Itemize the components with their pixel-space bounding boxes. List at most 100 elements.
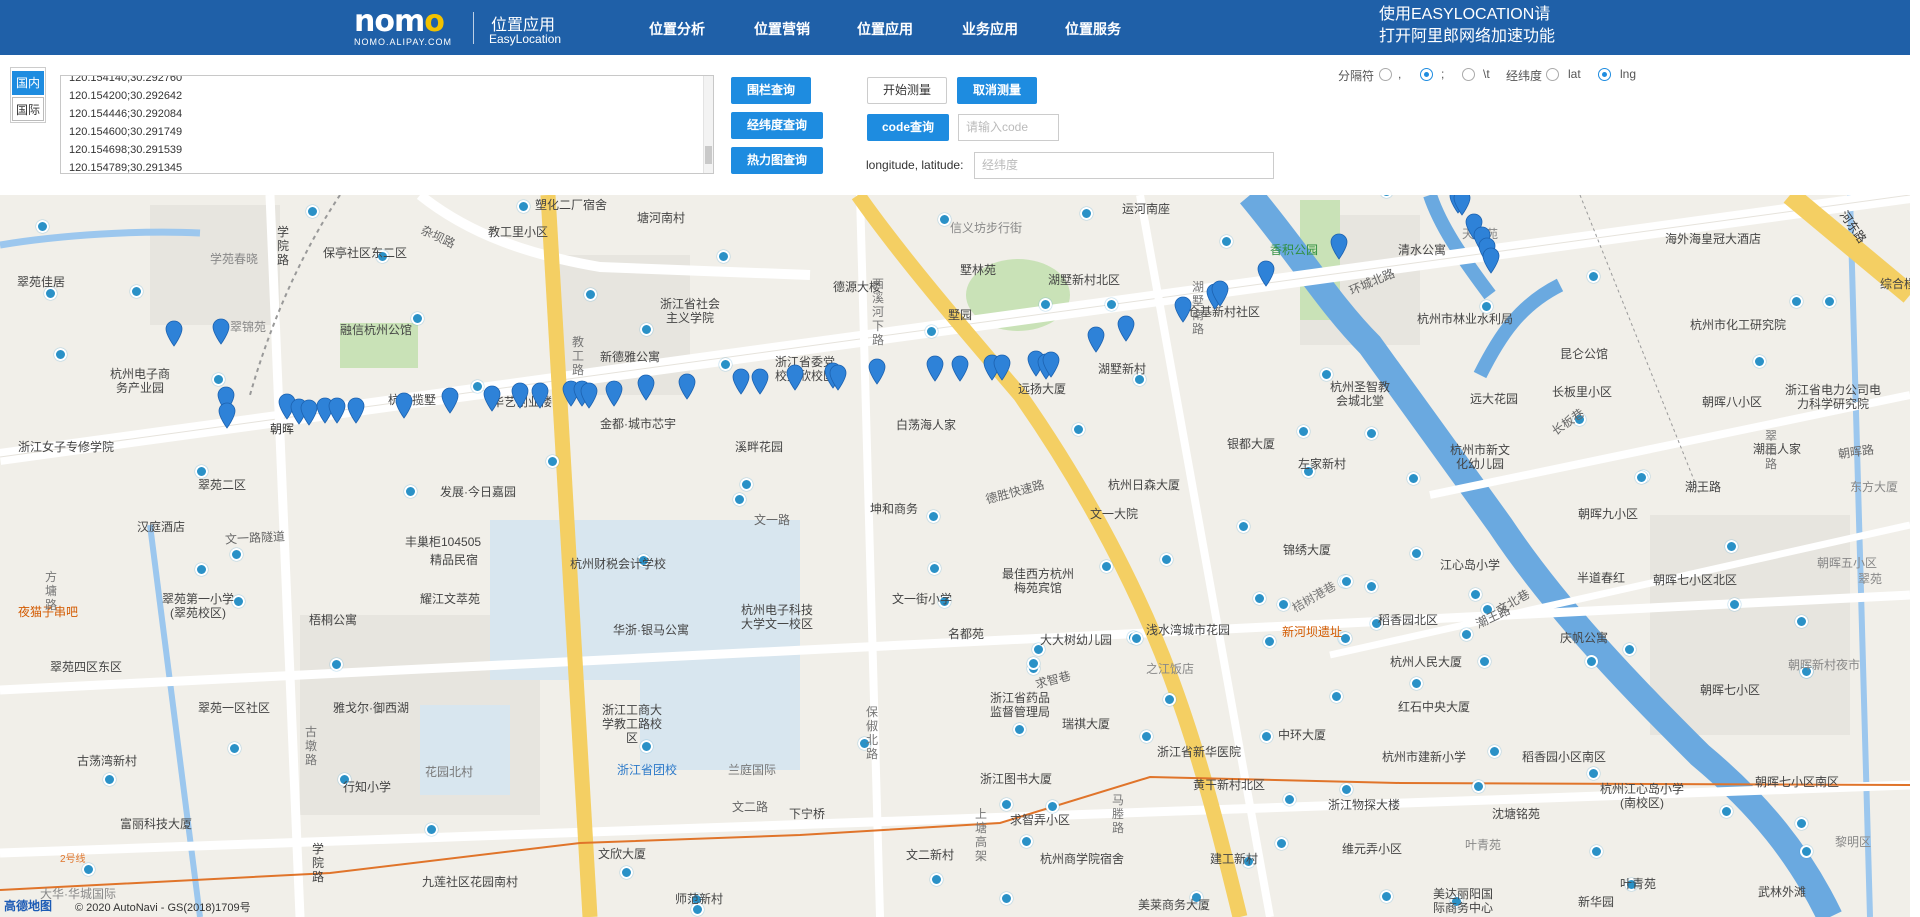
poi-icon[interactable]: [230, 548, 243, 561]
poi-icon[interactable]: [1728, 598, 1741, 611]
poi-icon[interactable]: [1410, 677, 1423, 690]
location-pin-icon[interactable]: [926, 355, 944, 382]
poi-icon[interactable]: [1365, 580, 1378, 593]
poi-icon[interactable]: [1380, 890, 1393, 903]
poi-icon[interactable]: [719, 358, 732, 371]
poi-icon[interactable]: [1585, 655, 1598, 668]
poi-icon[interactable]: [1469, 588, 1482, 601]
poi-icon[interactable]: [1253, 592, 1266, 605]
nav-item-location-marketing[interactable]: 位置营销: [754, 19, 810, 39]
location-pin-icon[interactable]: [1042, 351, 1060, 378]
poi-icon[interactable]: [1105, 298, 1118, 311]
poi-icon[interactable]: [1635, 471, 1648, 484]
poi-icon[interactable]: [1472, 780, 1485, 793]
nav-item-business-app[interactable]: 业务应用: [962, 19, 1018, 39]
location-pin-icon[interactable]: [212, 318, 230, 345]
region-international-button[interactable]: 国际: [12, 97, 44, 121]
location-pin-icon[interactable]: [1482, 247, 1500, 274]
poi-icon[interactable]: [927, 510, 940, 523]
location-pin-icon[interactable]: [868, 358, 886, 385]
region-domestic-button[interactable]: 国内: [12, 71, 44, 95]
poi-icon[interactable]: [1725, 540, 1738, 553]
code-input[interactable]: 请输入code: [958, 114, 1059, 141]
poi-icon[interactable]: [1140, 730, 1153, 743]
location-pin-icon[interactable]: [328, 397, 346, 424]
location-pin-icon[interactable]: [605, 380, 623, 407]
location-pin-icon[interactable]: [637, 374, 655, 401]
poi-icon[interactable]: [130, 285, 143, 298]
location-pin-icon[interactable]: [218, 402, 236, 429]
poi-icon[interactable]: [1340, 783, 1353, 796]
poi-icon[interactable]: [546, 455, 559, 468]
poi-icon[interactable]: [1000, 798, 1013, 811]
latlng-query-button[interactable]: 经纬度查询: [731, 112, 823, 139]
poi-icon[interactable]: [1795, 615, 1808, 628]
poi-icon[interactable]: [228, 742, 241, 755]
order-lng-radio[interactable]: [1598, 68, 1611, 81]
poi-icon[interactable]: [1046, 800, 1059, 813]
location-pin-icon[interactable]: [347, 397, 365, 424]
poi-icon[interactable]: [1587, 767, 1600, 780]
location-pin-icon[interactable]: [678, 373, 696, 400]
poi-icon[interactable]: [1590, 845, 1603, 858]
order-lat-radio[interactable]: [1546, 68, 1559, 81]
poi-icon[interactable]: [1753, 355, 1766, 368]
location-pin-icon[interactable]: [786, 364, 804, 391]
poi-icon[interactable]: [1283, 793, 1296, 806]
poi-icon[interactable]: [1277, 598, 1290, 611]
nav-item-location-app[interactable]: 位置应用: [857, 19, 913, 39]
poi-icon[interactable]: [1237, 520, 1250, 533]
poi-icon[interactable]: [1330, 690, 1343, 703]
location-pin-icon[interactable]: [1330, 233, 1348, 260]
scrollbar-thumb[interactable]: [705, 146, 712, 164]
poi-icon[interactable]: [1823, 295, 1836, 308]
poi-icon[interactable]: [1027, 657, 1040, 670]
poi-icon[interactable]: [212, 373, 225, 386]
location-pin-icon[interactable]: [829, 364, 847, 391]
poi-icon[interactable]: [640, 323, 653, 336]
poi-icon[interactable]: [1130, 632, 1143, 645]
poi-icon[interactable]: [1013, 723, 1026, 736]
coordinates-textarea[interactable]: 120.154140;30.292760 120.154200;30.29264…: [60, 75, 714, 174]
location-pin-icon[interactable]: [751, 368, 769, 395]
poi-icon[interactable]: [1275, 837, 1288, 850]
poi-icon[interactable]: [925, 325, 938, 338]
poi-icon[interactable]: [1039, 298, 1052, 311]
location-pin-icon[interactable]: [441, 387, 459, 414]
location-pin-icon[interactable]: [1117, 315, 1135, 342]
poi-icon[interactable]: [1460, 628, 1473, 641]
location-pin-icon[interactable]: [580, 382, 598, 409]
poi-icon[interactable]: [1488, 745, 1501, 758]
poi-icon[interactable]: [103, 773, 116, 786]
poi-icon[interactable]: [36, 220, 49, 233]
location-pin-icon[interactable]: [1087, 326, 1105, 353]
poi-icon[interactable]: [1000, 892, 1013, 905]
cancel-measure-button[interactable]: 取消测量: [957, 77, 1037, 104]
heatmap-query-button[interactable]: 热力图查询: [731, 147, 823, 174]
poi-icon[interactable]: [1160, 553, 1173, 566]
location-pin-icon[interactable]: [732, 368, 750, 395]
poi-icon[interactable]: [1297, 425, 1310, 438]
poi-icon[interactable]: [1790, 295, 1803, 308]
location-pin-icon[interactable]: [483, 385, 501, 412]
nav-item-location-analysis[interactable]: 位置分析: [649, 19, 705, 39]
poi-icon[interactable]: [54, 348, 67, 361]
poi-icon[interactable]: [411, 312, 424, 325]
poi-icon[interactable]: [1795, 817, 1808, 830]
poi-icon[interactable]: [404, 485, 417, 498]
poi-icon[interactable]: [1260, 730, 1273, 743]
poi-icon[interactable]: [928, 562, 941, 575]
poi-icon[interactable]: [330, 658, 343, 671]
map-canvas[interactable]: 塑化二厂宿舍 塘河南村 教工里小区 学院路 学苑春晓 保亭社区东二区 杂坝路 翠…: [0, 195, 1910, 917]
separator-comma-radio[interactable]: [1379, 68, 1392, 81]
location-pin-icon[interactable]: [1211, 280, 1229, 307]
poi-icon[interactable]: [930, 873, 943, 886]
poi-icon[interactable]: [1800, 845, 1813, 858]
poi-icon[interactable]: [620, 866, 633, 879]
location-pin-icon[interactable]: [1257, 260, 1275, 287]
poi-icon[interactable]: [1587, 270, 1600, 283]
location-pin-icon[interactable]: [1174, 296, 1192, 323]
fence-query-button[interactable]: 围栏查询: [731, 77, 811, 104]
code-query-button[interactable]: code查询: [867, 114, 949, 141]
textarea-scrollbar[interactable]: [703, 76, 713, 173]
